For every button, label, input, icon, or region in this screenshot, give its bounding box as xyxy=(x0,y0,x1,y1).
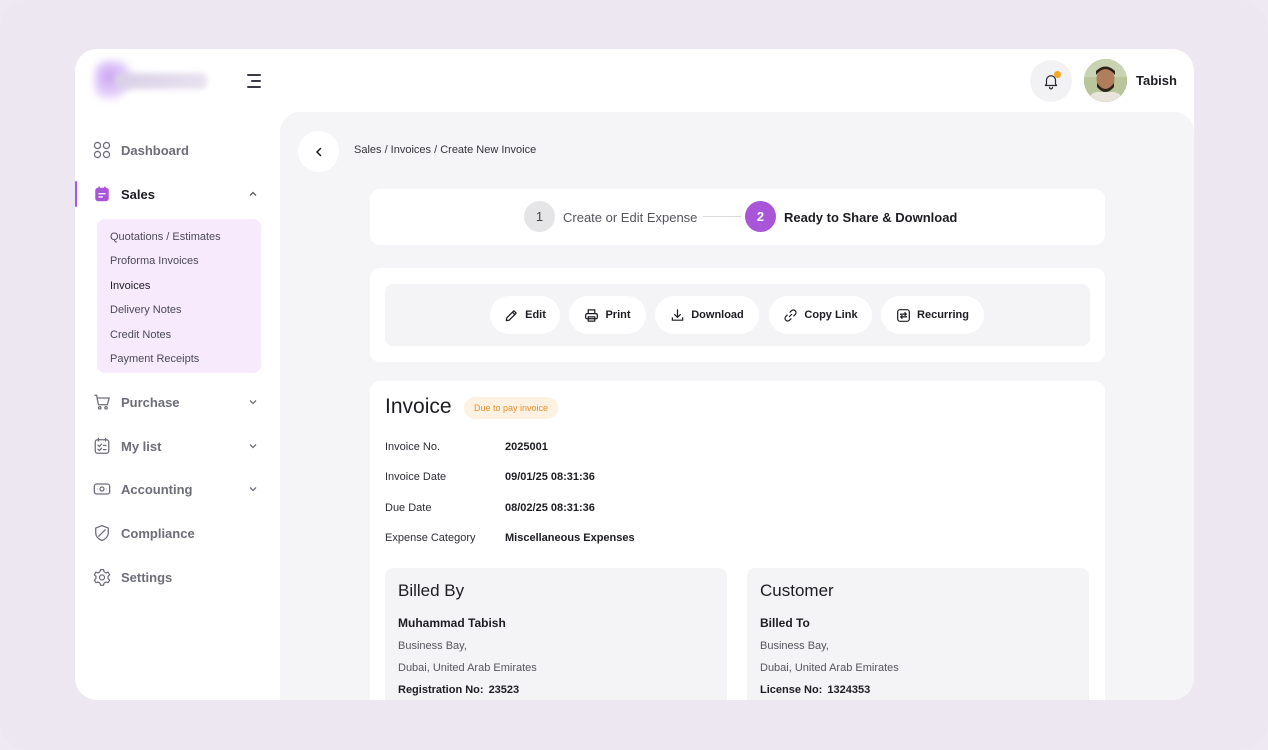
cart-icon xyxy=(94,394,110,410)
field-label: Invoice No. xyxy=(385,441,441,453)
notification-dot xyxy=(1054,71,1061,78)
chevron-down-icon[interactable] xyxy=(247,440,259,452)
sidebar: Dashboard Sales Quotations / Estimates P… xyxy=(75,113,280,700)
chevron-down-icon[interactable] xyxy=(247,396,259,408)
license-label: License No: xyxy=(760,684,823,696)
recurring-label: Recurring xyxy=(917,309,969,321)
pencil-icon xyxy=(505,309,517,321)
submenu-item-delivery-notes[interactable]: Delivery Notes xyxy=(97,298,261,322)
due-date: 08/02/25 08:31:36 xyxy=(505,502,595,514)
copy-link-button[interactable]: Copy Link xyxy=(769,296,872,334)
billed-by-heading: Billed By xyxy=(398,581,465,600)
sidebar-item-settings[interactable]: Settings xyxy=(75,559,280,595)
step-1-label[interactable]: Create or Edit Expense xyxy=(563,210,697,225)
registration-value: 23523 xyxy=(488,684,520,696)
sales-submenu: Quotations / Estimates Proforma Invoices… xyxy=(97,219,261,373)
active-indicator xyxy=(75,181,77,207)
repeat-icon xyxy=(897,308,910,322)
shield-icon xyxy=(95,524,109,542)
link-icon xyxy=(784,308,797,322)
sidebar-item-label: Dashboard xyxy=(121,142,189,158)
sidebar-item-label: Accounting xyxy=(121,481,193,497)
recurring-button[interactable]: Recurring xyxy=(881,296,984,334)
copy-link-label: Copy Link xyxy=(804,309,858,321)
breadcrumb[interactable]: Sales / Invoices / Create New Invoice xyxy=(354,144,536,156)
registration-number: Registration No: 23523 xyxy=(398,684,519,696)
sidebar-item-accounting[interactable]: Accounting xyxy=(75,471,280,507)
billed-by-address-line-1: Business Bay, xyxy=(398,640,467,652)
license-number: License No: 1324353 xyxy=(760,684,870,696)
submenu-item-invoices[interactable]: Invoices xyxy=(97,274,261,298)
step-2-label[interactable]: Ready to Share & Download xyxy=(784,210,957,225)
step-connector xyxy=(703,216,741,217)
submenu-item-credit-notes[interactable]: Credit Notes xyxy=(97,323,261,347)
gear-icon xyxy=(93,568,111,586)
expense-category: Miscellaneous Expenses xyxy=(505,532,635,544)
chevron-up-icon[interactable] xyxy=(247,188,259,200)
sidebar-item-sales[interactable]: Sales xyxy=(75,176,280,212)
invoice-date: 09/01/25 08:31:36 xyxy=(505,471,595,483)
sidebar-item-compliance[interactable]: Compliance xyxy=(75,515,280,551)
submenu-item-payment-receipts[interactable]: Payment Receipts xyxy=(97,347,261,371)
app-window: Tabish Dashboard Sales Quotations / Esti… xyxy=(75,49,1194,700)
sidebar-item-label: Compliance xyxy=(121,525,195,541)
billed-by-address-line-2: Dubai, United Arab Emirates xyxy=(398,662,537,674)
stepper: 1 Create or Edit Expense 2 Ready to Shar… xyxy=(370,189,1105,245)
download-button[interactable]: Download xyxy=(655,296,759,334)
menu-toggle-icon[interactable] xyxy=(243,73,261,89)
sidebar-item-my-list[interactable]: My list xyxy=(75,428,280,464)
step-1-number[interactable]: 1 xyxy=(524,201,555,232)
actions-toolbar: Edit Print Download Copy Link Recurring xyxy=(385,284,1090,346)
avatar[interactable] xyxy=(1084,59,1127,102)
actions-card: Edit Print Download Copy Link Recurring xyxy=(370,268,1105,362)
printer-icon xyxy=(585,308,599,322)
chevron-down-icon[interactable] xyxy=(247,483,259,495)
chevron-left-icon xyxy=(315,147,321,156)
main-content: Sales / Invoices / Create New Invoice 1 … xyxy=(280,112,1194,700)
sidebar-item-dashboard[interactable]: Dashboard xyxy=(75,132,280,168)
license-value: 1324353 xyxy=(827,684,871,696)
customer-heading: Customer xyxy=(760,581,834,600)
edit-label: Edit xyxy=(525,309,546,321)
invoice-number: 2025001 xyxy=(505,441,548,453)
edit-button[interactable]: Edit xyxy=(490,296,560,334)
back-button[interactable] xyxy=(298,131,339,172)
sidebar-item-label: My list xyxy=(121,438,162,454)
field-label: Due Date xyxy=(385,502,432,514)
billed-by-name: Muhammad Tabish xyxy=(398,616,506,630)
download-label: Download xyxy=(691,309,744,321)
grid-icon xyxy=(93,141,111,159)
submenu-item-proforma[interactable]: Proforma Invoices xyxy=(97,249,261,273)
sidebar-item-label: Purchase xyxy=(121,394,180,410)
notifications-button[interactable] xyxy=(1030,60,1072,102)
field-label: Expense Category xyxy=(385,532,476,544)
step-2-number[interactable]: 2 xyxy=(745,201,776,232)
billed-to-label: Billed To xyxy=(760,616,810,630)
sidebar-item-label: Sales xyxy=(121,186,155,202)
brand-logo[interactable] xyxy=(93,61,213,101)
download-icon xyxy=(671,308,684,321)
user-name[interactable]: Tabish xyxy=(1136,73,1177,88)
sidebar-item-purchase[interactable]: Purchase xyxy=(75,384,280,420)
field-label: Invoice Date xyxy=(385,471,447,483)
print-button[interactable]: Print xyxy=(569,296,646,334)
sidebar-item-label: Settings xyxy=(121,569,173,585)
list-icon xyxy=(94,437,110,454)
avatar-image xyxy=(1084,59,1127,102)
print-label: Print xyxy=(605,309,631,321)
billed-by-panel: Billed By Muhammad Tabish Business Bay, … xyxy=(385,568,727,700)
invoice-title: Invoice xyxy=(385,395,452,418)
submenu-item-quotations[interactable]: Quotations / Estimates xyxy=(97,225,261,249)
customer-address-line-1: Business Bay, xyxy=(760,640,829,652)
sales-icon xyxy=(95,186,109,202)
logo-wordmark xyxy=(115,73,207,89)
status-badge: Due to pay invoice xyxy=(464,397,559,419)
wallet-icon xyxy=(93,483,111,495)
customer-panel: Customer Billed To Business Bay, Dubai, … xyxy=(747,568,1089,700)
registration-label: Registration No: xyxy=(398,684,484,696)
customer-address-line-2: Dubai, United Arab Emirates xyxy=(760,662,899,674)
invoice-card: Invoice Due to pay invoice Invoice No. 2… xyxy=(370,381,1105,700)
